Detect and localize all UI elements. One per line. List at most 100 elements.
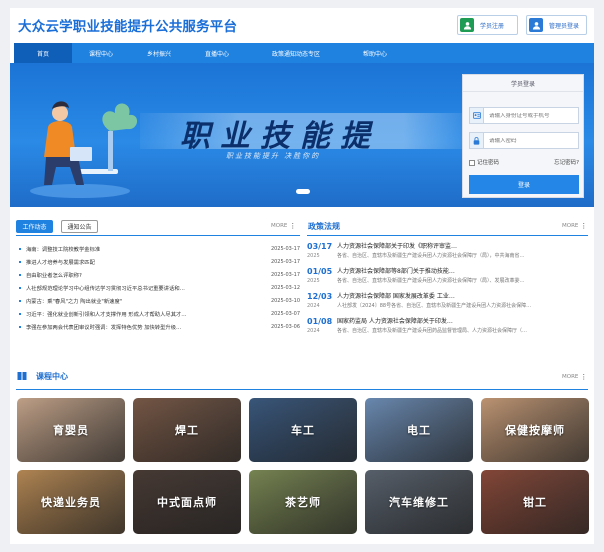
course-card[interactable]: 车工 <box>249 398 357 462</box>
password-field[interactable] <box>469 132 579 149</box>
course-center-section: 课程中心 MORE ⋮ 育婴员 焊工 车工 电工 保健按摩师 快递业务员 中式面点师 茶艺师 汽车… <box>10 364 594 544</box>
remember-label: 记住密码 <box>477 160 500 166</box>
id-field[interactable] <box>469 107 579 124</box>
news-title: 自由职业者怎么评职称? <box>26 272 82 279</box>
policy-date: 03/17 2025 <box>307 241 337 266</box>
policy-item-title: 国家药监局 人力资源社会保障部关于印发… <box>337 318 453 325</box>
course-card[interactable]: 汽车维修工 <box>365 470 473 534</box>
policy-item-desc: 各省、自治区、直辖市及新疆生产建设兵团药品监督管理局、人力资源社会保障厅（… <box>337 328 528 334</box>
more-icon: ⋮ <box>289 222 297 230</box>
checkbox-icon <box>469 159 475 166</box>
login-button[interactable]: 登录 <box>469 175 579 194</box>
nav-item-policy[interactable]: 政策通知动态专区 <box>246 43 346 63</box>
policy-month-day: 12/03 <box>307 292 333 301</box>
list-item[interactable]: 人社部规范理论学习中心组传达学习贯彻习近平总书记重要讲话和… 2025-03-12 <box>18 281 300 294</box>
policy-year: 2025 <box>307 253 320 259</box>
lock-icon <box>470 133 484 148</box>
policy-body: 人力资源社会保障部关于印发《职称评审监… 各省、自治区、直辖市及新疆生产建设兵团人… <box>337 241 588 266</box>
news-date: 2025-03-12 <box>270 284 300 291</box>
site-title[interactable]: 大众云学职业技能提升公共服务平台 <box>18 15 237 35</box>
more-label: MORE <box>562 223 579 229</box>
policy-body: 人力资源社会保障部等8部门关于推动技能… 各省、自治区、直辖市及新疆生产建设兵团人… <box>337 266 588 291</box>
course-card-label: 快递业务员 <box>41 496 101 509</box>
register-button[interactable]: 学员注册 <box>457 15 518 35</box>
policy-date: 01/05 2025 <box>307 266 337 291</box>
nav-item-courses[interactable]: 课程中心 <box>72 43 130 63</box>
course-card[interactable]: 保健按摩师 <box>481 398 589 462</box>
work-news-list: 海南：调整技工院校教学金标准 2025-03-17 推进人才培养与发展需求匹配 20… <box>18 242 300 333</box>
more-label: MORE <box>271 223 288 229</box>
list-item[interactable]: 01/08 2024 国家药监局 人力资源社会保障部关于印发… 各省、自治区、直辖市… <box>307 316 588 341</box>
nav-item-live[interactable]: 直播中心 <box>188 43 246 63</box>
course-card[interactable]: 育婴员 <box>17 398 125 462</box>
admin-login-button[interactable]: 管理员登录 <box>526 15 587 35</box>
list-item[interactable]: 01/05 2025 人力资源社会保障部等8部门关于推动技能… 各省、自治区、直辖市… <box>307 266 588 291</box>
news-title: 人社部规范理论学习中心组传达学习贯彻习近平总书记重要讲话和… <box>26 285 185 292</box>
policy-list: 03/17 2025 人力资源社会保障部关于印发《职称评审监… 各省、自治区、直辖市… <box>307 241 588 341</box>
policy-year: 2024 <box>307 303 320 309</box>
course-card[interactable]: 电工 <box>365 398 473 462</box>
course-card-label: 茶艺师 <box>285 496 321 509</box>
policy-more-link[interactable]: MORE ⋮ <box>562 222 587 230</box>
user-add-icon <box>460 18 474 32</box>
course-card-label: 中式面点师 <box>157 496 217 509</box>
divider <box>16 389 588 390</box>
more-icon: ⋮ <box>580 222 588 230</box>
list-item[interactable]: 习近平：强化就业创新引领和人才支撑作用 形成人才帮助人尽其才… 2025-03-0… <box>18 307 300 320</box>
nav-item-rural[interactable]: 乡村振兴 <box>130 43 188 63</box>
bullet-icon <box>19 286 21 289</box>
admin-label: 管理员登录 <box>549 22 580 30</box>
list-item[interactable]: 12/03 2024 人力资源社会保障部 国家发展改革委 工业… 人社部发〔2024… <box>307 291 588 316</box>
bullet-icon <box>19 312 21 315</box>
list-item[interactable]: 海南：调整技工院校教学金标准 2025-03-17 <box>18 242 300 255</box>
policy-item-title: 人力资源社会保障部等8部门关于推动技能… <box>337 268 455 275</box>
course-card[interactable]: 茶艺师 <box>249 470 357 534</box>
policy-month-day: 01/08 <box>307 317 333 326</box>
policy-year: 2024 <box>307 328 320 334</box>
password-input[interactable] <box>484 137 578 144</box>
bullet-icon <box>19 273 21 276</box>
nav-item-home[interactable]: 首页 <box>14 43 72 63</box>
news-title: 李强在参加两会代表团审议时强调：发挥特色优势 加快转型升级… <box>26 324 182 331</box>
work-more-link[interactable]: MORE ⋮ <box>271 222 296 230</box>
list-item[interactable]: 推进人才培养与发展需求匹配 2025-03-17 <box>18 255 300 268</box>
site-header: 大众云学职业技能提升公共服务平台 学员注册 管理员登录 <box>10 8 594 42</box>
course-card[interactable]: 快递业务员 <box>17 470 125 534</box>
policy-date: 12/03 2024 <box>307 291 337 316</box>
bullet-icon <box>19 325 21 328</box>
tab-work-news[interactable]: 工作动态 <box>16 220 53 233</box>
tab-notices[interactable]: 通知公告 <box>61 220 98 233</box>
policy-year: 2025 <box>307 278 320 284</box>
bullet-icon <box>19 247 21 250</box>
carousel-indicator[interactable] <box>296 189 310 194</box>
list-item[interactable]: 李强在参加两会代表团审议时强调：发挥特色优势 加快转型升级… 2025-03-06 <box>18 320 300 333</box>
admin-icon <box>529 18 543 32</box>
news-date: 2025-03-06 <box>270 323 300 330</box>
id-input[interactable] <box>484 112 578 119</box>
news-date: 2025-03-07 <box>270 310 300 317</box>
courses-more-link[interactable]: MORE ⋮ <box>562 373 587 381</box>
forgot-password-link[interactable]: 忘记密码? <box>554 158 579 166</box>
list-item[interactable]: 内蒙古：乘"春风"之力 陶出就业"新速度" 2025-03-10 <box>18 294 300 307</box>
nav-item-help[interactable]: 帮助中心 <box>346 43 404 63</box>
course-card[interactable]: 中式面点师 <box>133 470 241 534</box>
course-card[interactable]: 钳工 <box>481 470 589 534</box>
work-news-section: 工作动态 通知公告 MORE ⋮ 海南：调整技工院校教学金标准 2025-03-17… <box>16 218 300 354</box>
course-card[interactable]: 焊工 <box>133 398 241 462</box>
policy-month-day: 03/17 <box>307 242 333 251</box>
list-item[interactable]: 03/17 2025 人力资源社会保障部关于印发《职称评审监… 各省、自治区、直辖市… <box>307 241 588 266</box>
policy-item-desc: 各省、自治区、直辖市及新疆生产建设兵团人力资源社会保障厅（局）、发展改革委… <box>337 278 525 284</box>
remember-row: 记住密码 忘记密码? <box>469 157 579 167</box>
course-card-label: 育婴员 <box>53 424 89 437</box>
register-label: 学员注册 <box>480 22 505 30</box>
login-title: 学员登录 <box>463 75 583 92</box>
policy-date: 01/08 2024 <box>307 316 337 341</box>
news-date: 2025-03-17 <box>270 258 300 265</box>
list-item[interactable]: 自由职业者怎么评职称? 2025-03-17 <box>18 268 300 281</box>
remember-checkbox[interactable]: 记住密码 <box>469 158 499 166</box>
divider <box>16 235 300 236</box>
course-card-label: 焊工 <box>175 424 199 437</box>
news-date: 2025-03-17 <box>270 271 300 278</box>
bullet-icon <box>19 260 21 263</box>
course-card-label: 钳工 <box>523 496 547 509</box>
